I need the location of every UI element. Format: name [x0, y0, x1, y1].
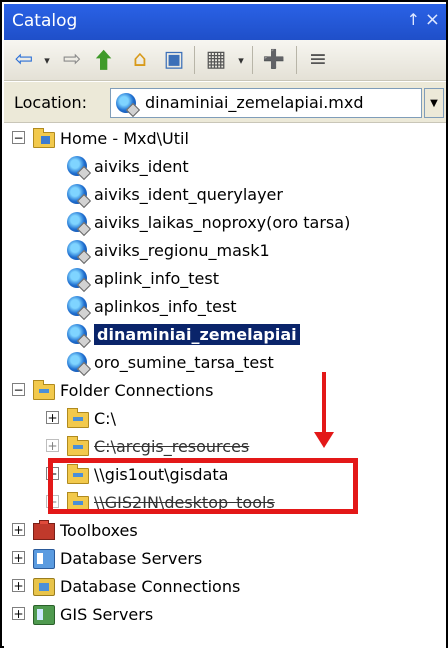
- folder-connection-icon: [32, 379, 55, 401]
- add-connection-icon[interactable]: ➕: [260, 46, 288, 74]
- tree-node-folder-connections[interactable]: Folder Connections: [32, 377, 213, 403]
- list-item[interactable]: aiviks_ident_querylayer: [66, 181, 283, 207]
- tree-node-label: Folder Connections: [60, 380, 214, 400]
- back-dropdown-icon[interactable]: ▾: [40, 46, 54, 74]
- list-item[interactable]: aiviks_laikas_noproxy(oro tarsa): [66, 209, 350, 235]
- title-bar[interactable]: Catalog ↑ ×: [4, 4, 446, 40]
- map-document-icon: [66, 211, 88, 233]
- map-document-icon: [66, 351, 88, 373]
- database-servers-expander[interactable]: +: [12, 551, 25, 564]
- tree-node-label: aiviks_regionu_mask1: [94, 240, 270, 260]
- view-options-icon[interactable]: ▦: [202, 46, 230, 74]
- location-bar: Location: dinaminiai_zemelapiai.mxd ▼: [4, 82, 446, 123]
- gis-server-icon: [32, 603, 55, 625]
- tree-node-label: aiviks_ident: [94, 156, 189, 176]
- connection-expander[interactable]: +: [46, 411, 59, 424]
- tree-node-database-connections[interactable]: Database Connections: [32, 573, 240, 599]
- location-value: dinaminiai_zemelapiai.mxd: [145, 93, 364, 112]
- tree-node-label: aiviks_laikas_noproxy(oro tarsa): [94, 212, 351, 232]
- back-icon[interactable]: ⇦: [10, 46, 38, 74]
- annotation-highlight-box: [48, 458, 358, 514]
- folder-connections-expander[interactable]: −: [12, 383, 25, 396]
- close-icon[interactable]: ×: [425, 9, 440, 30]
- gis-servers-expander[interactable]: +: [12, 607, 25, 620]
- tree-node-label: Home - Mxd\Util: [60, 128, 189, 148]
- map-document-icon: [66, 323, 88, 345]
- up-one-level-icon[interactable]: ⮕: [92, 46, 120, 74]
- list-item[interactable]: C:\arcgis_resources: [66, 433, 249, 459]
- home-icon[interactable]: ⌂: [126, 46, 154, 74]
- map-document-icon: [66, 183, 88, 205]
- window-title: Catalog: [12, 11, 78, 31]
- tree-node-label: aiviks_ident_querylayer: [94, 184, 283, 204]
- tree-node-home[interactable]: Home - Mxd\Util: [32, 125, 189, 151]
- home-folder-icon: [32, 127, 55, 149]
- tree-node-gis-servers[interactable]: GIS Servers: [32, 601, 153, 627]
- tree-node-label: GIS Servers: [60, 604, 154, 624]
- tree-node-toolboxes[interactable]: Toolboxes: [32, 517, 138, 543]
- pin-icon[interactable]: ↑: [407, 10, 420, 29]
- list-item[interactable]: aiviks_regionu_mask1: [66, 237, 270, 263]
- list-item-selected[interactable]: dinaminiai_zemelapiai: [66, 321, 300, 347]
- tree-node-label-selected: dinaminiai_zemelapiai: [94, 323, 300, 345]
- tree-node-label: Database Connections: [60, 576, 241, 596]
- tree-node-label: Database Servers: [60, 548, 203, 568]
- list-item[interactable]: aplink_info_test: [66, 265, 219, 291]
- connect-folder-icon[interactable]: ▣: [160, 46, 188, 74]
- map-document-icon: [66, 239, 88, 261]
- catalog-window: Catalog ↑ × ⇦ ▾ ⇨ ⮕ ⌂ ▣ ▦ ▾ ➕ ≡ Location…: [0, 0, 448, 648]
- location-label: Location:: [14, 93, 88, 112]
- folder-connection-icon: [66, 435, 89, 457]
- toolbar-separator: [252, 46, 253, 74]
- location-dropdown-button[interactable]: ▼: [424, 88, 444, 118]
- map-document-icon: [66, 267, 88, 289]
- tree-node-label: C:\: [94, 408, 116, 428]
- list-item[interactable]: aiviks_ident: [66, 153, 189, 179]
- database-connection-icon: [32, 575, 55, 597]
- annotation-arrow-head: [314, 432, 334, 448]
- toc-view-icon[interactable]: ≡: [304, 46, 332, 74]
- list-item[interactable]: C:\: [66, 405, 116, 431]
- toolbox-icon: [32, 519, 55, 541]
- toolbar-separator: [296, 46, 297, 74]
- connection-expander[interactable]: +: [46, 439, 59, 452]
- annotation-arrow-shaft: [322, 372, 326, 434]
- home-expander[interactable]: −: [12, 131, 25, 144]
- database-server-icon: [32, 547, 55, 569]
- tree-node-database-servers[interactable]: Database Servers: [32, 545, 202, 571]
- tree-node-label: aplink_info_test: [94, 268, 219, 288]
- tree-node-label: C:\arcgis_resources: [94, 436, 250, 456]
- tree-node-label: Toolboxes: [60, 520, 138, 540]
- location-combobox[interactable]: dinaminiai_zemelapiai.mxd: [110, 88, 422, 118]
- catalog-toolbar: ⇦ ▾ ⇨ ⮕ ⌂ ▣ ▦ ▾ ➕ ≡: [4, 40, 446, 81]
- list-item[interactable]: aplinkos_info_test: [66, 293, 237, 319]
- map-document-icon: [66, 155, 88, 177]
- forward-icon[interactable]: ⇨: [58, 46, 86, 74]
- list-item[interactable]: oro_sumine_tarsa_test: [66, 349, 274, 375]
- tree-node-label: aplinkos_info_test: [94, 296, 237, 316]
- map-document-icon: [115, 92, 137, 114]
- map-document-icon: [66, 295, 88, 317]
- toolboxes-expander[interactable]: +: [12, 523, 25, 536]
- catalog-tree: − Home - Mxd\Util aiviks_ident aiviks_id…: [4, 124, 446, 648]
- folder-connection-icon: [66, 407, 89, 429]
- tree-node-label: oro_sumine_tarsa_test: [94, 352, 274, 372]
- database-connections-expander[interactable]: +: [12, 579, 25, 592]
- toolbar-separator: [194, 46, 195, 74]
- view-dropdown-icon[interactable]: ▾: [234, 46, 248, 74]
